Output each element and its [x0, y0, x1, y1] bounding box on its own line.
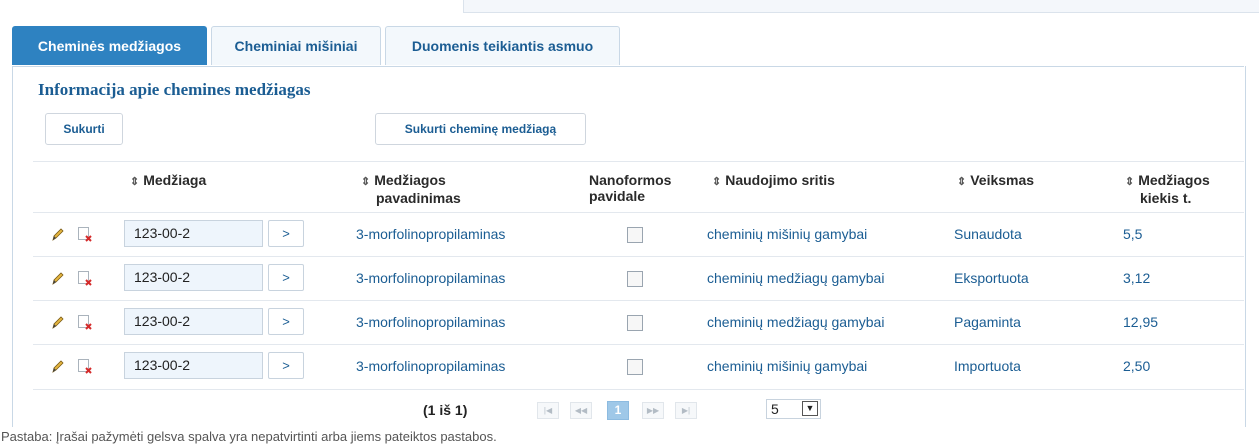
header-substance-name[interactable]: ⇕ Medžiagos pavadinimas	[361, 172, 461, 206]
header-action-label: Veiksmas	[970, 172, 1035, 188]
delete-icon[interactable]	[77, 314, 93, 330]
nanoform-checkbox[interactable]	[627, 359, 643, 375]
select-substance-button[interactable]: >	[268, 352, 304, 379]
table-row: 123-00-2 > 3-morfolinopropilaminas chemi…	[33, 257, 1244, 300]
substance-code-input[interactable]: 123-00-2	[124, 308, 263, 335]
header-substance-name-label-2: pavadinimas	[376, 190, 461, 206]
edit-pencil-icon[interactable]	[50, 358, 66, 374]
tab-data-provider[interactable]: Duomenis teikiantis asmuo	[385, 26, 620, 65]
substance-name: 3-morfolinopropilaminas	[356, 270, 506, 286]
substance-code-input[interactable]: 123-00-2	[124, 352, 263, 379]
substance-name: 3-morfolinopropilaminas	[356, 358, 506, 374]
sort-icon: ⇕	[712, 176, 722, 188]
substance-code-input[interactable]: 123-00-2	[124, 264, 263, 291]
quantity: 12,95	[1123, 314, 1159, 330]
header-substance-name-label-1: Medžiagos	[374, 172, 446, 188]
header-substance-label: Medžiaga	[143, 172, 207, 188]
header-usage-label: Naudojimo sritis	[725, 172, 835, 188]
substance-name: 3-morfolinopropilaminas	[356, 226, 506, 242]
usage-area: cheminių mišinių gamybai	[707, 358, 868, 374]
quantity: 3,12	[1123, 270, 1151, 286]
footnote: Pastaba: Įrašai pažymėti gelsva spalva y…	[1, 429, 497, 444]
header-nanoform: Nanoformos pavidale	[589, 172, 671, 204]
header-action[interactable]: ⇕ Veiksmas	[957, 172, 1034, 190]
select-substance-button[interactable]: >	[268, 308, 304, 335]
substance-name: 3-morfolinopropilaminas	[356, 314, 506, 330]
next-page-button[interactable]: ▶▶	[642, 402, 664, 419]
action: Sunaudota	[954, 226, 1022, 242]
quantity: 5,5	[1123, 226, 1143, 242]
table-row: 123-00-2 > 3-morfolinopropilaminas chemi…	[33, 213, 1244, 256]
edit-pencil-icon[interactable]	[50, 314, 66, 330]
first-page-button[interactable]: |◀	[537, 402, 559, 419]
sort-icon: ⇕	[361, 176, 371, 188]
usage-area: cheminių medžiagų gamybai	[707, 314, 885, 330]
edit-pencil-icon[interactable]	[50, 226, 66, 242]
section-title: Informacija apie chemines medžiagas	[38, 80, 311, 99]
sort-icon: ⇕	[1125, 176, 1135, 188]
header-nanoform-label-2: pavidale	[589, 188, 646, 204]
header-quantity[interactable]: ⇕ Medžiagos kiekis t.	[1125, 172, 1210, 206]
header-usage[interactable]: ⇕ Naudojimo sritis	[712, 172, 835, 190]
table-row: 123-00-2 > 3-morfolinopropilaminas chemi…	[33, 301, 1244, 344]
usage-area: cheminių mišinių gamybai	[707, 226, 868, 242]
header-quantity-label-2: kiekis t.	[1140, 190, 1192, 206]
divider	[33, 161, 1244, 162]
create-substance-button[interactable]: Sukurti cheminę medžiagą	[375, 113, 586, 145]
sort-icon: ⇕	[957, 176, 967, 188]
rows-per-page-value: 5	[771, 401, 779, 417]
paginator: (1 iš 1) |◀ ◀◀ 1 ▶▶ ▶| 5 ▼	[33, 394, 1244, 426]
quantity: 2,50	[1123, 358, 1151, 374]
create-button[interactable]: Sukurti	[45, 113, 123, 145]
edit-pencil-icon[interactable]	[50, 270, 66, 286]
action: Pagaminta	[954, 314, 1021, 330]
tab-chemical-substances[interactable]: Cheminės medžiagos	[12, 26, 207, 65]
nanoform-checkbox[interactable]	[627, 315, 643, 331]
select-substance-button[interactable]: >	[268, 264, 304, 291]
header-nanoform-label-1: Nanoformos	[589, 172, 672, 188]
tab-bar: Cheminės medžiagos Cheminiai mišiniai Du…	[12, 26, 1244, 67]
last-page-button[interactable]: ▶|	[675, 402, 697, 419]
nanoform-checkbox[interactable]	[627, 227, 643, 243]
action: Eksportuota	[954, 270, 1029, 286]
chevron-down-icon: ▼	[802, 401, 818, 416]
header-substance[interactable]: ⇕ Medžiaga	[130, 172, 206, 190]
usage-area: cheminių medžiagų gamybai	[707, 270, 885, 286]
tab-chemical-mixtures[interactable]: Cheminiai mišiniai	[211, 26, 381, 65]
substance-code-input[interactable]: 123-00-2	[124, 220, 263, 247]
select-substance-button[interactable]: >	[268, 220, 304, 247]
delete-icon[interactable]	[77, 358, 93, 374]
delete-icon[interactable]	[77, 226, 93, 242]
delete-icon[interactable]	[77, 270, 93, 286]
sort-icon: ⇕	[130, 176, 140, 188]
top-bar	[463, 0, 1259, 13]
page-report: (1 iš 1)	[423, 402, 468, 418]
page-1-button[interactable]: 1	[607, 401, 629, 420]
rows-per-page-select[interactable]: 5 ▼	[766, 399, 821, 419]
divider	[33, 389, 1244, 390]
header-quantity-label-1: Medžiagos	[1138, 172, 1210, 188]
prev-page-button[interactable]: ◀◀	[570, 402, 592, 419]
table-row: 123-00-2 > 3-morfolinopropilaminas chemi…	[33, 345, 1244, 388]
action: Importuota	[954, 358, 1021, 374]
nanoform-checkbox[interactable]	[627, 271, 643, 287]
